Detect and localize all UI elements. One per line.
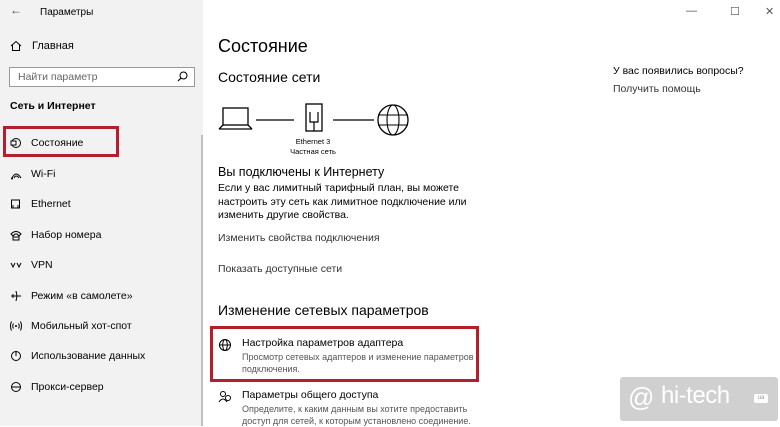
option-highlight — [210, 326, 479, 382]
option-desc: Определите, к каким данным вы хотите пре… — [242, 404, 471, 426]
option-title: Параметры общего доступа — [242, 389, 379, 401]
sidebar-item-label: Ethernet — [31, 198, 71, 210]
page-title: Состояние — [218, 36, 308, 56]
wifi-icon — [11, 173, 22, 180]
network-type: Частная сеть — [290, 147, 336, 156]
computer-icon — [218, 107, 253, 130]
sidebar-item-label: Режим «в самолете» — [31, 290, 133, 302]
sidebar-item-wifi[interactable]: Wi-Fi — [10, 165, 56, 183]
get-help-link[interactable]: Получить помощь — [613, 83, 701, 95]
sidebar-item-label: VPN — [31, 259, 53, 271]
sidebar: ← Параметры Главная Найти параметр Сеть … — [0, 0, 203, 426]
airplane-icon — [11, 290, 21, 302]
sidebar-item-label: Wi-Fi — [31, 168, 56, 180]
watermark-at: @ — [628, 382, 655, 412]
adapter-name: Ethernet 3 — [295, 137, 331, 146]
section-title: Сеть и Интернет — [10, 100, 96, 112]
vpn-icon — [10, 262, 22, 269]
adapter-label: Ethernet 3 Частная сеть — [286, 137, 340, 157]
data-usage-icon — [11, 351, 21, 361]
search-placeholder: Найти параметр — [18, 71, 98, 83]
ethernet-icon — [11, 199, 20, 209]
globe-icon — [377, 104, 409, 136]
sidebar-item-label: Прокси-сервер — [31, 381, 104, 393]
sidebar-item-ethernet[interactable]: Ethernet — [10, 195, 71, 213]
sidebar-item-airplane[interactable]: Режим «в самолете» — [10, 287, 133, 305]
window-title: Параметры — [40, 7, 94, 18]
sharing-icon — [218, 391, 231, 403]
connected-description: Если у вас лимитный тарифный план, вы мо… — [218, 182, 467, 221]
show-networks-link[interactable]: Показать доступные сети — [218, 263, 342, 275]
back-arrow-icon[interactable]: ← — [10, 3, 22, 17]
watermark-logo: @ hi-tech ua — [620, 377, 778, 421]
proxy-icon — [11, 382, 21, 392]
sidebar-item-label: Использование данных — [31, 350, 146, 362]
watermark-badge: ua — [754, 394, 768, 403]
sidebar-item-label: Мобильный хот-спот — [31, 320, 132, 332]
search-input[interactable]: Найти параметр — [9, 67, 195, 87]
change-properties-link[interactable]: Изменить свойства подключения — [218, 232, 380, 244]
sidebar-item-proxy[interactable]: Прокси-сервер — [10, 378, 104, 396]
help-title: У вас появились вопросы? — [613, 65, 744, 77]
home-icon — [10, 40, 22, 51]
main-content: — ☐ ✕ Состояние Состояние сети Ethernet … — [203, 0, 780, 426]
maximize-button[interactable]: ☐ — [730, 5, 740, 18]
dialup-icon — [10, 231, 22, 241]
network-status-title: Состояние сети — [218, 69, 321, 85]
hotspot-icon — [10, 321, 22, 331]
connected-title: Вы подключены к Интернету — [218, 165, 385, 179]
home-label: Главная — [32, 40, 74, 52]
minimize-button[interactable]: — — [686, 5, 697, 17]
sidebar-item-label: Набор номера — [31, 229, 102, 241]
search-icon[interactable] — [177, 71, 188, 82]
change-settings-title: Изменение сетевых параметров — [218, 302, 429, 318]
selection-highlight — [3, 126, 119, 157]
sidebar-item-home[interactable]: Главная — [10, 40, 74, 52]
ethernet-adapter-icon — [305, 103, 323, 132]
sidebar-item-dialup[interactable]: Набор номера — [10, 226, 101, 244]
sidebar-item-data-usage[interactable]: Использование данных — [10, 347, 145, 365]
watermark-text: hi-tech — [661, 382, 730, 409]
close-button[interactable]: ✕ — [765, 5, 774, 18]
sidebar-item-vpn[interactable]: VPN — [10, 256, 53, 274]
sidebar-item-hotspot[interactable]: Мобильный хот-спот — [10, 317, 132, 335]
